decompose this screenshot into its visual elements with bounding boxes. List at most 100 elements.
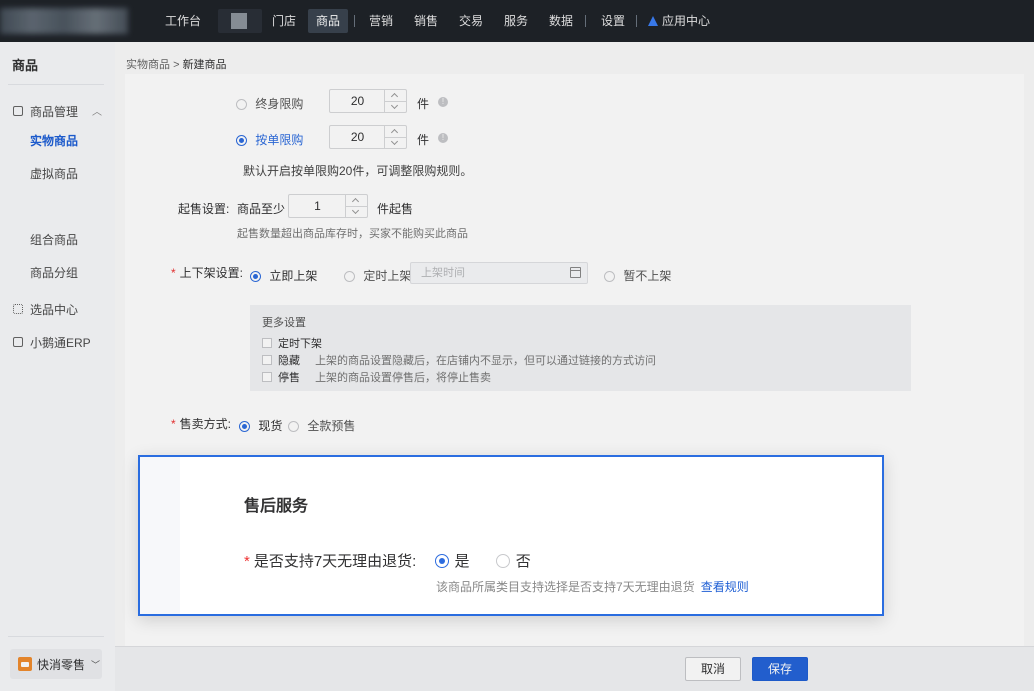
sale-mode-spot-radio[interactable] — [239, 421, 250, 432]
breadcrumb-parent[interactable]: 实物商品 — [126, 59, 170, 71]
view-rules-link[interactable]: 查看规则 — [701, 580, 749, 594]
increase-icon[interactable] — [346, 195, 367, 206]
shop-icon — [18, 657, 32, 671]
sidebar-item-selection-center[interactable]: 选品中心 — [30, 301, 78, 318]
shelf-date-input[interactable]: 上架时间 — [410, 262, 588, 284]
nav-separator — [354, 15, 355, 27]
nav-workbench[interactable]: 工作台 — [157, 9, 209, 33]
return-no-option[interactable]: 否 — [495, 553, 531, 570]
sale-mode-spot-option[interactable]: 现货 — [239, 417, 282, 434]
shelf-scheduled-option[interactable]: 定时上架 — [344, 267, 411, 284]
sidebar-item-product-groups[interactable]: 商品分组 — [30, 264, 78, 281]
nav-settings[interactable]: 设置 — [593, 9, 633, 33]
shelf-immediate-radio[interactable] — [250, 271, 261, 282]
checkbox[interactable] — [262, 355, 272, 365]
sale-mode-label-text: 售卖方式: — [179, 417, 232, 431]
limit-lifetime-value[interactable]: 20 — [330, 90, 385, 112]
sidebar-item-bundle-goods[interactable]: 组合商品 — [30, 231, 78, 248]
shelf-label-text: 上下架设置: — [179, 266, 244, 280]
sidebar-item-physical-goods[interactable]: 实物商品 — [30, 132, 78, 149]
required-mark: * — [171, 266, 176, 280]
more-option-label: 定时下架 — [278, 338, 322, 350]
shelf-none-option[interactable]: 暂不上架 — [604, 267, 671, 284]
min-sale-prefix: 商品至少 — [237, 202, 286, 216]
shelf-scheduled-radio[interactable] — [344, 271, 355, 282]
checkbox[interactable] — [262, 372, 272, 382]
return-no-label: 否 — [515, 553, 531, 570]
more-option-schedule-off[interactable]: 定时下架 — [262, 335, 322, 351]
info-icon[interactable]: ! — [438, 133, 448, 143]
required-mark: * — [244, 553, 250, 570]
return-policy-question: 是否支持7天无理由退货: — [253, 553, 417, 570]
nav-trade[interactable]: 交易 — [451, 9, 491, 33]
nav-sales[interactable]: 销售 — [406, 9, 446, 33]
after-sale-section: 售后服务 * 是否支持7天无理由退货: 是 否 该商品所属类目支持选择是否支持7天… — [138, 455, 884, 616]
chevron-up-icon[interactable]: ︿ — [92, 103, 102, 118]
return-yes-option[interactable]: 是 — [434, 553, 470, 570]
shop-switcher[interactable]: 快消零售 ﹀ — [10, 649, 102, 679]
return-no-radio[interactable] — [495, 554, 510, 568]
min-sale-suffix: 件起售 — [377, 202, 414, 216]
nav-app-center[interactable]: 应用中心 — [640, 9, 718, 33]
sidebar-group-product-manage[interactable]: 商品管理 — [30, 103, 78, 120]
nav-marketing[interactable]: 营销 — [361, 9, 401, 33]
limit-lifetime-stepper[interactable]: 20 — [329, 89, 407, 113]
more-option-stop-sale[interactable]: 停售 上架的商品设置停售后，将停止售卖 — [262, 369, 491, 385]
return-yes-radio[interactable] — [434, 554, 449, 568]
sale-mode-presale-option[interactable]: 全款预售 — [288, 417, 355, 434]
nav-products[interactable]: 商品 — [308, 9, 349, 33]
nav-store[interactable]: 门店 — [264, 9, 304, 33]
shelf-none-radio[interactable] — [604, 271, 615, 282]
nav-data[interactable]: 数据 — [541, 9, 581, 33]
selection-center-icon — [13, 304, 23, 314]
return-policy-hint-text: 该商品所属类目支持选择是否支持7天无理由退货 — [436, 580, 695, 594]
sidebar: 商品 商品管理 ︿ 实物商品 虚拟商品 组合商品 商品分组 选品中心 小鹅通ER… — [0, 42, 115, 691]
limit-per-order-label: 按单限购 — [255, 133, 304, 147]
limit-lifetime-option[interactable]: 终身限购 — [236, 95, 303, 112]
limit-per-order-radio[interactable] — [236, 135, 247, 146]
divider — [8, 636, 104, 637]
cancel-button[interactable]: 取消 — [685, 657, 741, 681]
shelf-scheduled-label: 定时上架 — [363, 269, 412, 283]
shelf-immediate-option[interactable]: 立即上架 — [250, 267, 317, 284]
calendar-icon[interactable] — [570, 267, 581, 278]
breadcrumb-separator: > — [173, 59, 180, 71]
checkbox[interactable] — [262, 338, 272, 348]
limit-per-order-value[interactable]: 20 — [330, 126, 385, 148]
return-policy-hint: 该商品所属类目支持选择是否支持7天无理由退货 查看规则 — [436, 578, 749, 595]
store-avatar[interactable] — [218, 9, 262, 33]
shelf-label: * 上下架设置: — [171, 264, 243, 281]
decrease-icon[interactable] — [385, 137, 406, 148]
after-sale-title: 售后服务 — [244, 498, 309, 515]
limit-note: 默认开启按单限购20件，可调整限购规则。 — [243, 164, 473, 178]
sidebar-item-virtual-goods[interactable]: 虚拟商品 — [30, 165, 78, 182]
nav-separator — [636, 15, 637, 27]
store-avatar-icon — [231, 13, 247, 29]
shop-name: 快消零售 — [37, 657, 86, 672]
more-option-hide[interactable]: 隐藏 上架的商品设置隐藏后，在店铺内不显示，但可以通过链接的方式访问 — [262, 352, 656, 368]
nav-service[interactable]: 服务 — [496, 9, 536, 33]
min-sale-value[interactable]: 1 — [289, 195, 346, 217]
app-center-icon — [648, 16, 658, 26]
sale-mode-presale-radio[interactable] — [288, 421, 299, 432]
min-sale-label: 起售设置: — [178, 202, 230, 216]
chevron-down-icon: ﹀ — [91, 659, 101, 670]
limit-per-order-option[interactable]: 按单限购 — [236, 131, 303, 148]
limit-per-order-stepper[interactable]: 20 — [329, 125, 407, 149]
limit-lifetime-radio[interactable] — [236, 99, 247, 110]
save-button[interactable]: 保存 — [752, 657, 808, 681]
sidebar-item-erp[interactable]: 小鹅通ERP — [30, 334, 91, 351]
decrease-icon[interactable] — [346, 206, 367, 217]
shelf-none-label: 暂不上架 — [623, 269, 672, 283]
min-sale-stepper[interactable]: 1 — [288, 194, 368, 218]
sale-mode-presale-label: 全款预售 — [307, 419, 356, 433]
increase-icon[interactable] — [385, 126, 406, 137]
more-option-label: 隐藏 — [278, 355, 300, 367]
info-icon[interactable]: ! — [438, 97, 448, 107]
sale-mode-label: * 售卖方式: — [171, 415, 231, 432]
limit-lifetime-label: 终身限购 — [255, 97, 304, 111]
more-settings-title: 更多设置 — [262, 317, 306, 329]
decrease-icon[interactable] — [385, 101, 406, 112]
required-mark: * — [171, 417, 176, 431]
increase-icon[interactable] — [385, 90, 406, 101]
